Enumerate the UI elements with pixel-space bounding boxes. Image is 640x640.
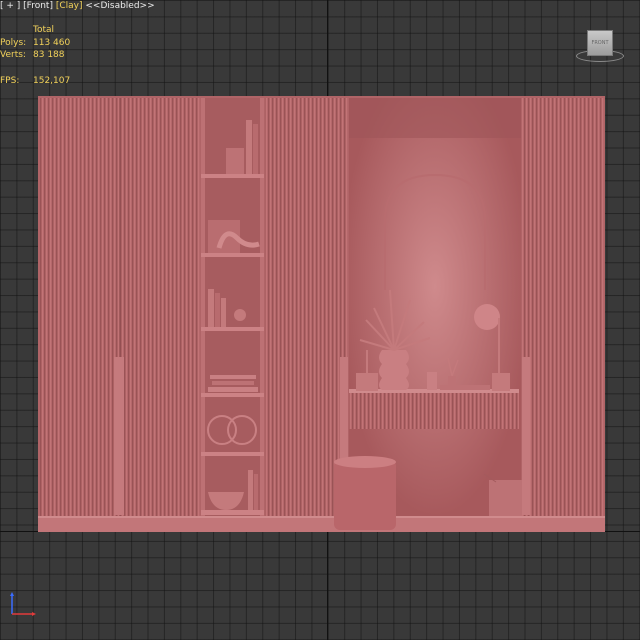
verts-value: 83 188 [33, 50, 65, 60]
open-shelves [201, 98, 264, 516]
scene-statistics: Total Polys: 113 460 Verts: 83 188 FPS: … [0, 24, 70, 87]
pouf [334, 456, 396, 530]
clay-scene[interactable] [0, 0, 640, 640]
viewport-menu-button[interactable]: [ + ] [0, 1, 20, 11]
center-door-panel [265, 98, 348, 516]
shading-mode-button[interactable]: [Clay] [56, 1, 83, 11]
polys-value: 113 460 [33, 37, 71, 48]
right-door-panel [522, 98, 604, 516]
left-door-panel [40, 98, 200, 516]
verts-label: Verts: [0, 50, 26, 60]
fps-value: 152,107 [33, 75, 71, 86]
plinth [38, 516, 605, 532]
axis-tripod-icon [10, 592, 36, 616]
polys-label: Polys: [0, 37, 27, 48]
viewport-mode-button[interactable]: <<Disabled>> [85, 1, 154, 11]
stats-header: Total [33, 25, 55, 35]
viewcube[interactable]: FRONT [574, 28, 624, 62]
viewport-label-bar: [ + ] [Front] [Clay] <<Disabled>> [0, 0, 155, 12]
view-name-button[interactable]: [Front] [23, 1, 53, 11]
viewcube-front-face[interactable]: FRONT [587, 30, 613, 56]
fps-label: FPS: [0, 75, 20, 86]
